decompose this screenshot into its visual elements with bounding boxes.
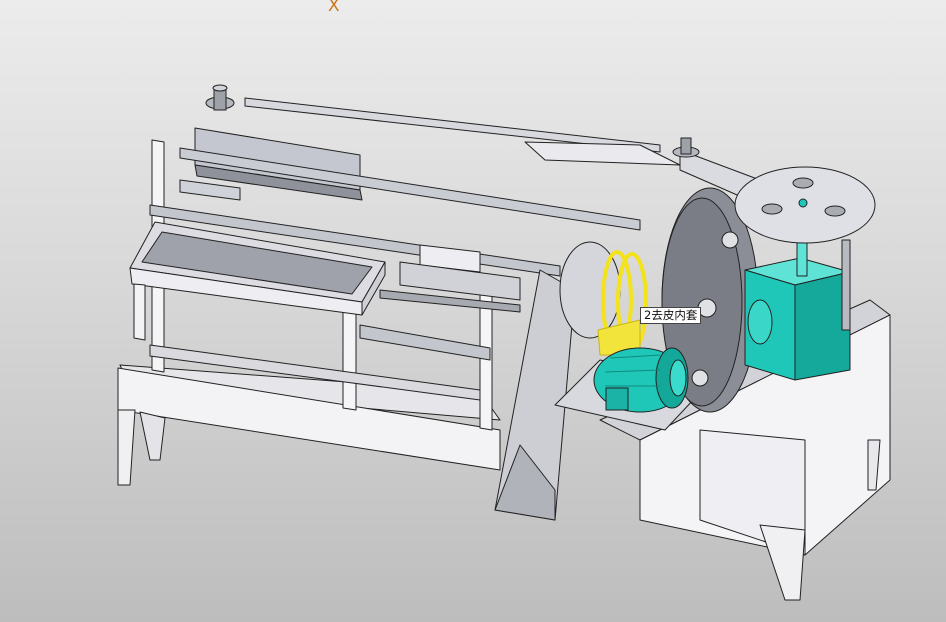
cam-plate-hole-2: [761, 203, 783, 215]
top-pulley-left-cap: [212, 84, 228, 92]
bracket-plate-left: [179, 179, 241, 201]
top-pulley-right-stem: [680, 137, 692, 155]
gearbox-shaft: [796, 237, 808, 277]
motor-terminal-box: [605, 387, 629, 411]
flywheel-hole-2: [691, 369, 709, 387]
gearbox-flange: [747, 299, 773, 345]
frame-post-2: [342, 299, 357, 411]
motor-cover: [669, 359, 687, 397]
part-callout-label[interactable]: 2去皮内套: [640, 307, 702, 324]
right-leg-front: [759, 524, 806, 601]
machine-model[interactable]: [0, 0, 946, 622]
cam-plate-hole-1: [792, 177, 814, 189]
axis-x-label: X: [328, 0, 340, 16]
cam-plate-hole-3: [824, 205, 846, 217]
flywheel-hole-3: [721, 231, 739, 249]
base-leg-left: [117, 409, 136, 486]
gearbox-frame-post: [841, 239, 851, 331]
cam-plate-center: [798, 198, 808, 208]
rod-lower: [359, 324, 491, 361]
cad-viewport[interactable]: X 2去皮内套: [0, 0, 946, 622]
tray-leg: [133, 283, 146, 341]
base-leg-left-inner: [139, 411, 166, 461]
